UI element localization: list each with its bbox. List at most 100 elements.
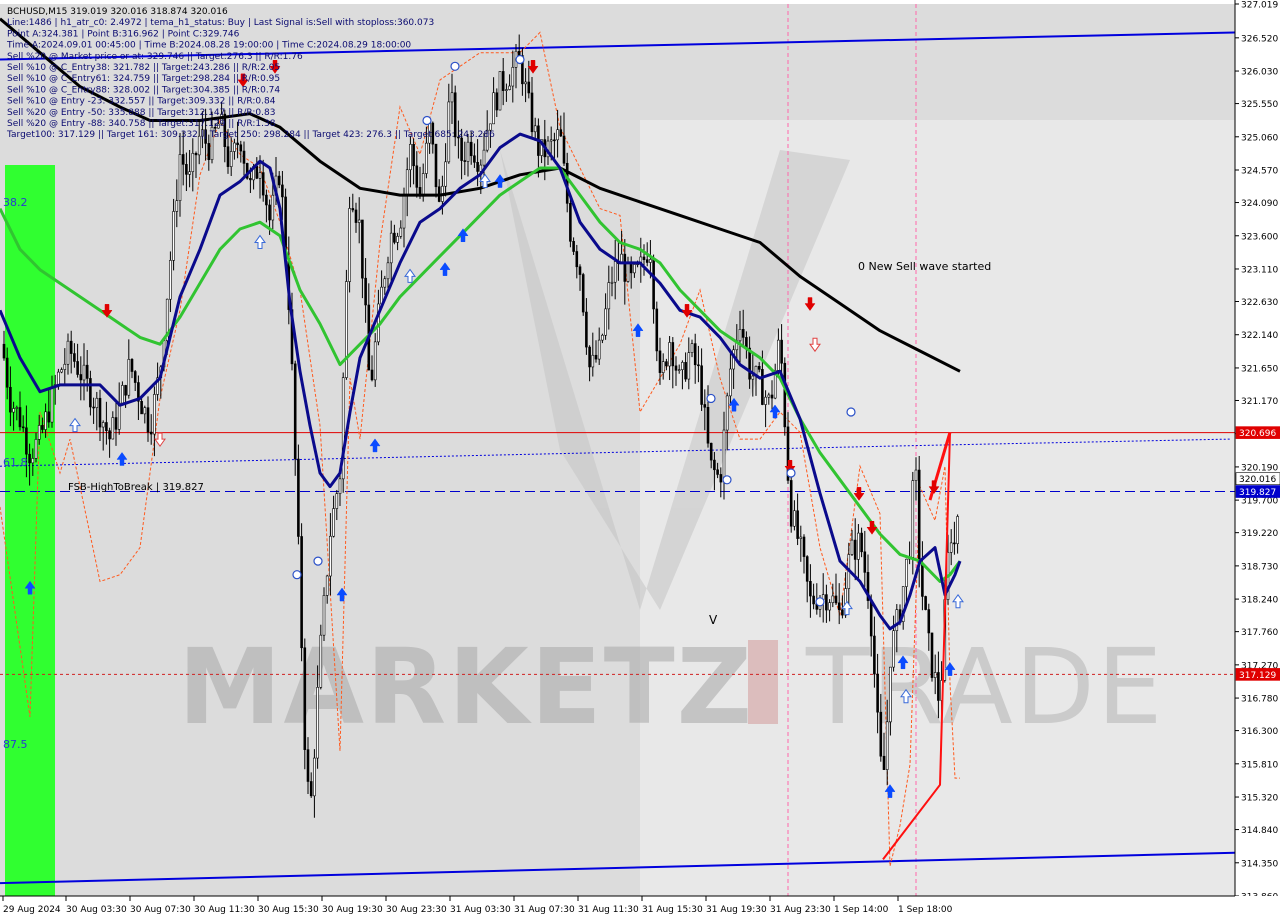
circle-marker-icon xyxy=(450,61,460,71)
candle-body xyxy=(706,406,710,444)
candle-body xyxy=(645,259,649,263)
header-line: Target100: 317.129 || Target 161: 309.33… xyxy=(6,130,495,140)
candle-body xyxy=(767,394,771,398)
candle-body xyxy=(57,371,60,385)
candle-body xyxy=(601,334,604,341)
candle-body xyxy=(626,262,630,282)
candle-body xyxy=(709,442,713,461)
candle-body xyxy=(143,407,147,415)
candle-body xyxy=(255,166,259,179)
header-line: Sell %10 @ C_Entry88: 328.002 || Target:… xyxy=(7,85,280,95)
candle-body xyxy=(261,172,265,196)
candle-body xyxy=(181,154,185,165)
y-tick-label: 314.840 xyxy=(1241,826,1278,836)
candle-body xyxy=(2,343,6,359)
candle-body xyxy=(777,339,780,371)
candle-body xyxy=(140,400,143,415)
x-tick-label: 30 Aug 19:30 xyxy=(322,905,383,915)
y-tick-label: 325.550 xyxy=(1241,100,1278,110)
candle-body xyxy=(389,232,393,264)
candle-body xyxy=(313,757,316,797)
candle-body xyxy=(713,459,716,471)
header-line: Sell %20 @ Entry -88: 340.758 || Target:… xyxy=(7,119,276,129)
candle-body xyxy=(751,375,755,380)
candle-body xyxy=(338,478,342,494)
candle-body xyxy=(559,129,563,137)
candle-body xyxy=(882,755,886,770)
candle-body xyxy=(9,386,12,413)
candle-body xyxy=(633,264,636,274)
candle-body xyxy=(185,164,188,175)
y-tick-label: 315.810 xyxy=(1241,760,1278,770)
candle-body xyxy=(348,208,351,282)
candle-body xyxy=(434,143,438,188)
header-line: Line:1486 | h1_atr_c0: 2.4972 | tema_h1_… xyxy=(7,18,434,28)
candle-body xyxy=(873,635,876,675)
y-tick-label: 327.019 xyxy=(1241,1,1278,11)
candle-body xyxy=(802,536,806,557)
candle-body xyxy=(95,397,99,408)
candle-body xyxy=(101,422,105,428)
candle-body xyxy=(953,542,956,545)
candle-body xyxy=(73,353,76,362)
header-line: Time A:2024.09.01 00:45:00 | Time B:2024… xyxy=(6,41,411,51)
candle-body xyxy=(50,386,54,423)
candle-body xyxy=(741,329,745,338)
candle-body xyxy=(927,609,931,634)
candle-body xyxy=(949,542,953,553)
candle-body xyxy=(517,50,521,56)
candle-body xyxy=(373,341,377,381)
candle-body xyxy=(60,369,63,373)
candle-body xyxy=(396,236,399,243)
candle-body xyxy=(594,354,598,360)
candle-body xyxy=(556,129,559,141)
candle-body xyxy=(188,171,191,175)
candle-body xyxy=(687,352,691,380)
circle-marker-icon xyxy=(515,54,525,65)
candle-body xyxy=(553,139,556,142)
candle-body xyxy=(393,232,396,243)
candle-body xyxy=(18,407,22,428)
candle-body xyxy=(421,173,425,197)
candle-body xyxy=(194,153,198,156)
candle-body xyxy=(425,142,428,174)
candle-body xyxy=(402,194,406,229)
v-mark: V xyxy=(709,613,718,627)
candle-body xyxy=(473,155,476,163)
candle-body xyxy=(610,281,614,284)
candle-body xyxy=(655,308,659,352)
candle-body xyxy=(585,311,588,348)
price-chart[interactable]: MARKETZ TRADE 38.2 61.8 87.5 FSB-HighToBreak … xyxy=(0,0,1280,920)
candle-body xyxy=(914,469,918,481)
candle-body xyxy=(409,143,412,171)
candle-body xyxy=(178,154,182,202)
candle-body xyxy=(604,308,607,336)
y-tick-label: 325.060 xyxy=(1241,133,1278,143)
candle-body xyxy=(357,219,361,223)
candle-body xyxy=(905,558,908,587)
candle-body xyxy=(325,575,329,596)
candle-body xyxy=(364,277,367,306)
candle-body xyxy=(495,92,499,111)
candle-body xyxy=(578,266,582,275)
candle-body xyxy=(796,510,799,539)
x-tick-label: 31 Aug 19:30 xyxy=(706,905,767,915)
candle-body xyxy=(937,672,940,701)
candle-body xyxy=(575,251,579,268)
candle-body xyxy=(111,417,115,440)
circle-marker-icon xyxy=(722,475,732,485)
candle-body xyxy=(511,67,515,87)
candle-body xyxy=(191,153,195,172)
candle-body xyxy=(831,595,835,603)
x-tick-label: 30 Aug 11:30 xyxy=(194,905,255,915)
candle-body xyxy=(149,431,153,435)
fib-label-618: 61.8 xyxy=(3,456,28,469)
header-line: Sell %20 @ Market price or at: 329.746 |… xyxy=(7,52,303,62)
fib-label-382: 38.2 xyxy=(3,196,28,209)
candle-body xyxy=(233,142,236,152)
candle-body xyxy=(825,594,828,611)
candle-body xyxy=(405,169,409,196)
candle-body xyxy=(860,532,863,553)
candle-body xyxy=(933,672,937,678)
candle-body xyxy=(674,365,678,371)
